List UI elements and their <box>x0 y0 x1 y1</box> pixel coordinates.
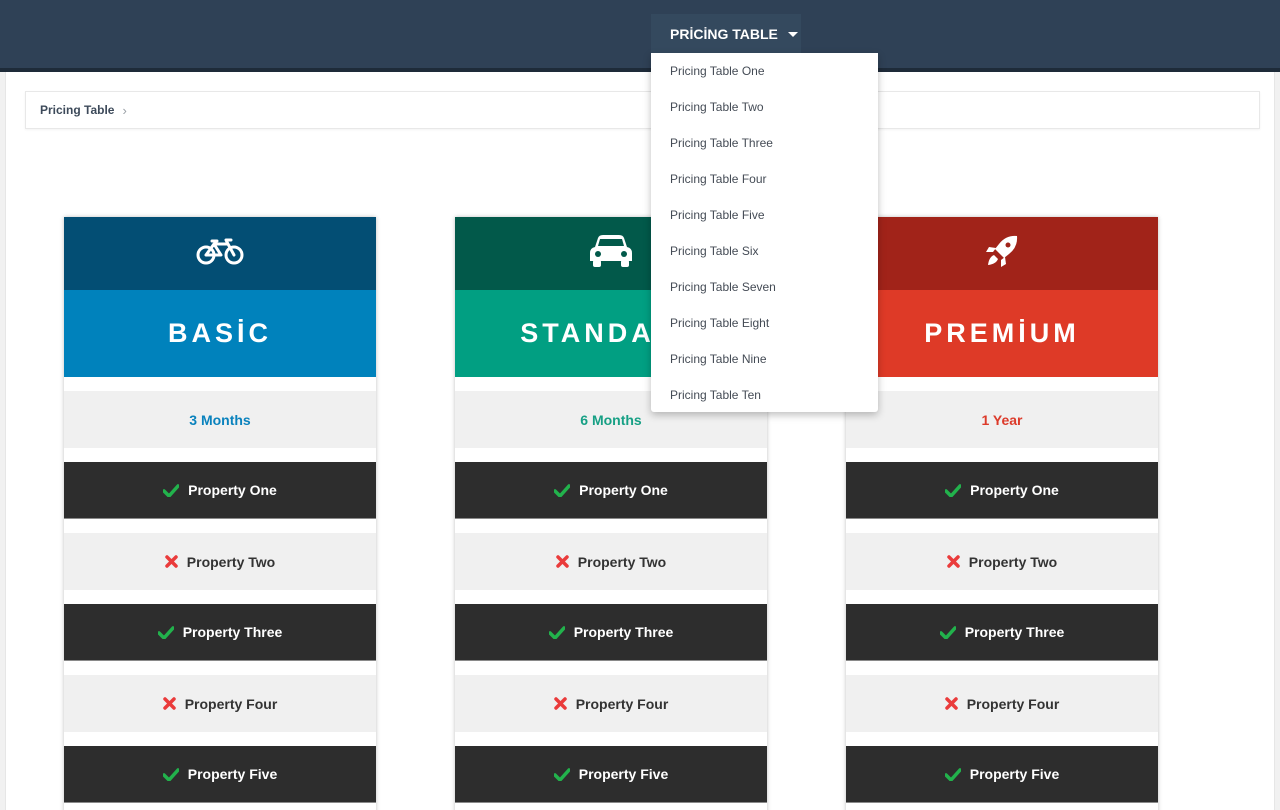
caret-down-icon <box>787 31 798 37</box>
check-icon <box>157 625 174 639</box>
page-left-edge <box>0 72 6 810</box>
property-label: Property Four <box>184 695 278 712</box>
property-row: Property Five <box>455 746 767 803</box>
plan-title: BASİC <box>64 290 376 377</box>
plan-title-text: BASİC <box>167 318 272 348</box>
plan-period: 3 Months <box>64 391 376 448</box>
cross-icon <box>165 555 178 568</box>
check-icon <box>939 625 956 639</box>
property-row: Property Three <box>64 604 376 661</box>
plan-period: 1 Year <box>846 391 1158 448</box>
check-icon <box>163 483 180 497</box>
property-label: Property Three <box>964 624 1065 640</box>
property-row: Property Four <box>455 675 767 732</box>
property-row: Property Three <box>455 604 767 661</box>
dropdown-item[interactable]: Pricing Table Eight <box>651 305 878 341</box>
property-list: Property One Property Two Property Three Pr… <box>846 462 1158 803</box>
check-icon <box>554 483 571 497</box>
property-label: Property Four <box>575 695 669 712</box>
property-row: Property Four <box>64 675 376 732</box>
property-row: Property Three <box>846 604 1158 661</box>
dropdown-item[interactable]: Pricing Table Five <box>651 197 878 233</box>
dropdown-item[interactable]: Pricing Table One <box>651 53 878 89</box>
car-icon <box>589 234 633 273</box>
check-icon <box>553 767 570 781</box>
check-icon <box>162 767 179 781</box>
cross-icon <box>944 697 958 710</box>
property-list: Property One Property Two Property Three Pr… <box>455 462 767 803</box>
breadcrumb: Pricing Table › <box>25 91 1260 129</box>
pricing-table-dropdown-menu: Pricing Table One Pricing Table Two Pricin… <box>651 53 878 412</box>
bicycle-icon <box>196 237 244 270</box>
property-row: Property Two <box>846 533 1158 590</box>
property-label: Property Five <box>969 766 1060 782</box>
dropdown-item[interactable]: Pricing Table Nine <box>651 341 878 377</box>
plan-title-text: PREMİUM <box>924 318 1080 348</box>
property-row: Property One <box>846 462 1158 519</box>
breadcrumb-item-pricing-table[interactable]: Pricing Table <box>40 103 114 117</box>
card-icon-band <box>846 217 1158 290</box>
check-icon <box>548 625 565 639</box>
property-label: Property One <box>188 482 277 498</box>
property-label: Property One <box>579 482 668 498</box>
dropdown-item[interactable]: Pricing Table Six <box>651 233 878 269</box>
pricing-card-basic: BASİC 3 Months Property One Property Two P… <box>64 217 376 810</box>
property-label: Property Three <box>182 624 283 640</box>
property-row: Property Two <box>64 533 376 590</box>
card-icon-band <box>64 217 376 290</box>
dropdown-label: PRİCİNG TABLE <box>670 25 778 42</box>
dropdown-item[interactable]: Pricing Table Three <box>651 125 878 161</box>
property-label: Property Five <box>578 766 669 782</box>
property-label: Property One <box>970 482 1059 498</box>
property-label: Property Three <box>573 624 674 640</box>
page-right-edge <box>1274 72 1280 810</box>
check-icon <box>945 483 962 497</box>
plan-title: PREMİUM <box>846 290 1158 377</box>
pricing-card-premium: PREMİUM 1 Year Property One Property Two P… <box>846 217 1158 810</box>
cross-icon <box>947 555 960 568</box>
property-label: Property Four <box>966 695 1060 712</box>
property-row: Property Five <box>64 746 376 803</box>
property-label: Property Two <box>968 553 1058 570</box>
cross-icon <box>162 697 176 710</box>
property-row: Property One <box>455 462 767 519</box>
breadcrumb-separator-icon: › <box>122 102 127 118</box>
rocket-icon <box>984 233 1020 274</box>
pricing-table-dropdown-toggle[interactable]: PRİCİNG TABLE <box>651 14 801 53</box>
property-row: Property Four <box>846 675 1158 732</box>
property-row: Property Two <box>455 533 767 590</box>
dropdown-item[interactable]: Pricing Table Four <box>651 161 878 197</box>
cross-icon <box>556 555 569 568</box>
top-navbar <box>0 0 1280 72</box>
property-list: Property One Property Two Property Three Pr… <box>64 462 376 803</box>
cross-icon <box>553 697 567 710</box>
property-label: Property Five <box>187 766 278 782</box>
dropdown-item[interactable]: Pricing Table Ten <box>651 377 878 413</box>
property-row: Property Five <box>846 746 1158 803</box>
property-label: Property Two <box>577 553 667 570</box>
property-row: Property One <box>64 462 376 519</box>
dropdown-item[interactable]: Pricing Table Seven <box>651 269 878 305</box>
dropdown-item[interactable]: Pricing Table Two <box>651 89 878 125</box>
check-icon <box>944 767 961 781</box>
property-label: Property Two <box>186 553 276 570</box>
